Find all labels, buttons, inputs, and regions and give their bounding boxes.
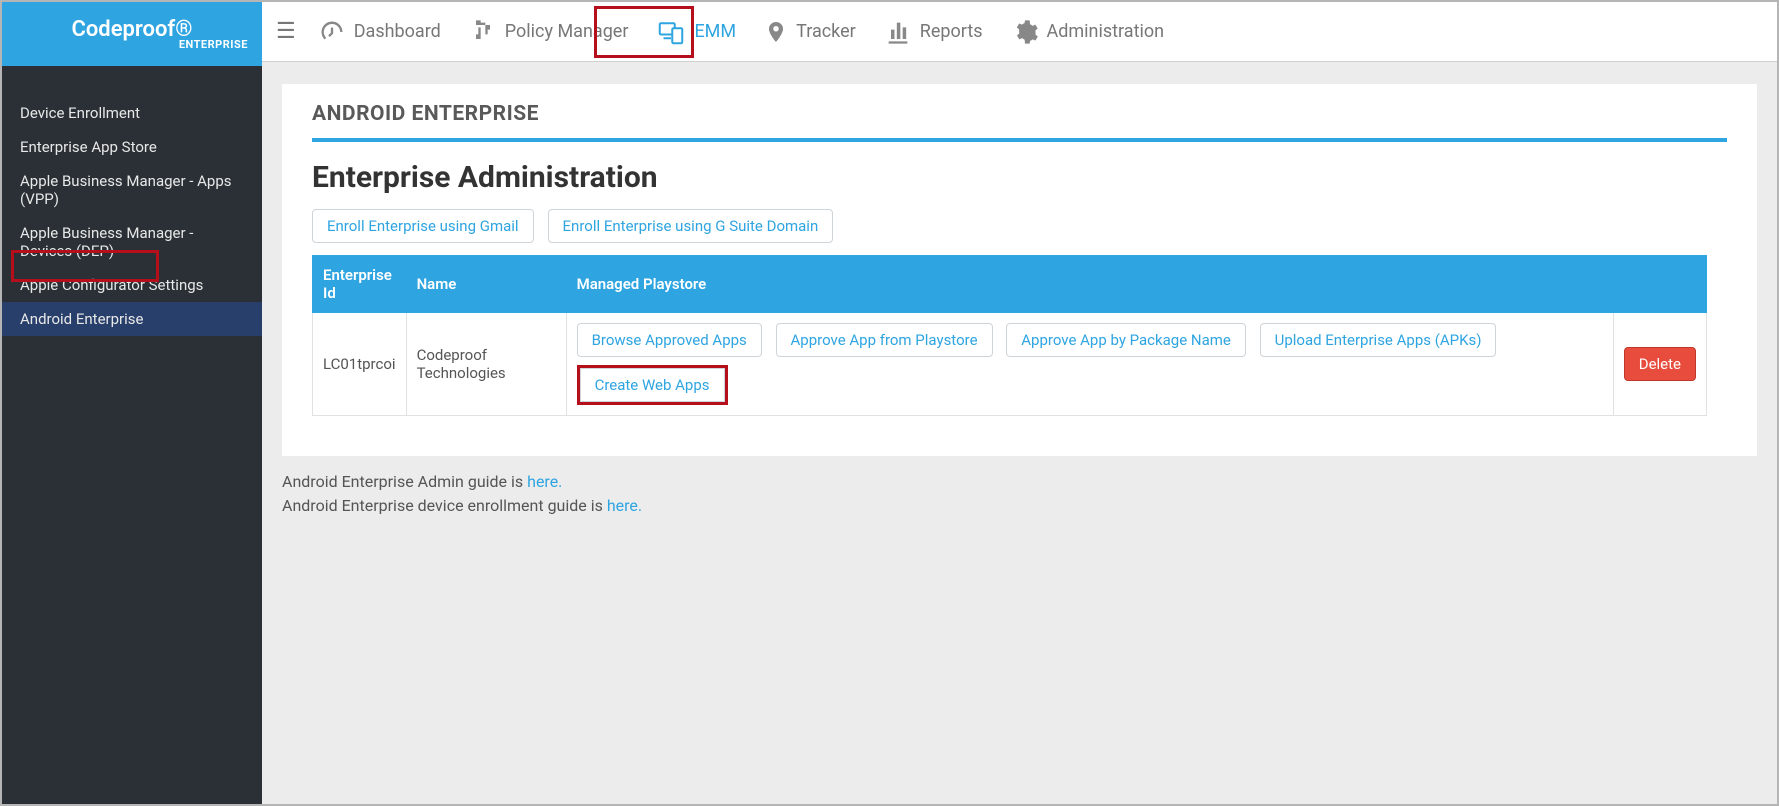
nav-label: EMM (694, 21, 736, 42)
nav-administration[interactable]: Administration (997, 9, 1179, 55)
approve-by-package-button[interactable]: Approve App by Package Name (1006, 323, 1246, 357)
nav-label: Reports (920, 21, 983, 42)
bar-chart-icon (884, 18, 912, 46)
main-area: ☰ Dashboard Policy Manager EMM Tracker R… (262, 2, 1777, 804)
sidebar-item-apple-configurator[interactable]: Apple Configurator Settings (2, 268, 262, 302)
footnote-text: Android Enterprise device enrollment gui… (282, 496, 607, 515)
top-navbar: ☰ Dashboard Policy Manager EMM Tracker R… (262, 2, 1777, 62)
nav-tracker[interactable]: Tracker (750, 9, 870, 55)
content-area: ANDROID ENTERPRISE Enterprise Administra… (262, 62, 1777, 804)
col-managed-playstore: Managed Playstore (566, 256, 1613, 313)
nav-emm[interactable]: EMM (642, 9, 750, 55)
sidebar-item-abm-devices-dep[interactable]: Apple Business Manager - Devices (DEP) (2, 216, 262, 268)
nav-label: Administration (1047, 21, 1165, 42)
panel-subtitle: Enterprise Administration (312, 160, 1727, 195)
sidebar-item-label: Enterprise App Store (20, 138, 157, 156)
nav-policy-manager[interactable]: Policy Manager (455, 9, 643, 55)
sidebar-item-abm-apps-vpp[interactable]: Apple Business Manager - Apps (VPP) (2, 164, 262, 216)
nav-label: Policy Manager (505, 21, 629, 42)
sidebar-item-label: Apple Business Manager - Devices (DEP) (20, 224, 193, 260)
sidebar-item-label: Android Enterprise (20, 310, 143, 328)
cell-playstore-actions: Browse Approved Apps Approve App from Pl… (566, 313, 1613, 416)
panel-title: ANDROID ENTERPRISE (312, 102, 1727, 142)
sidebar-nav: Device Enrollment Enterprise App Store A… (2, 66, 262, 336)
panel-android-enterprise: ANDROID ENTERPRISE Enterprise Administra… (282, 84, 1757, 456)
sidebar-item-device-enrollment[interactable]: Device Enrollment (2, 96, 262, 130)
col-actions (1613, 256, 1706, 313)
sidebar-item-label: Apple Configurator Settings (20, 276, 203, 294)
sidebar-item-enterprise-app-store[interactable]: Enterprise App Store (2, 130, 262, 164)
footnote-block: Android Enterprise Admin guide is here. … (282, 470, 1757, 518)
col-enterprise-id: Enterprise Id (313, 256, 407, 313)
admin-guide-link[interactable]: here. (527, 472, 562, 491)
browse-approved-apps-button[interactable]: Browse Approved Apps (577, 323, 762, 357)
cell-name: Codeproof Technologies (406, 313, 566, 416)
brand-subtitle: ENTERPRISE (179, 38, 248, 51)
delete-button[interactable]: Delete (1624, 347, 1696, 381)
enroll-button-row: Enroll Enterprise using Gmail Enroll Ent… (312, 209, 1727, 251)
nav-dashboard[interactable]: Dashboard (304, 9, 455, 55)
upload-apks-button[interactable]: Upload Enterprise Apps (APKs) (1260, 323, 1497, 357)
create-web-apps-button[interactable]: Create Web Apps (580, 368, 725, 402)
enrollment-guide-link[interactable]: here. (607, 496, 642, 515)
menu-toggle-icon[interactable]: ☰ (276, 21, 296, 43)
nav-reports[interactable]: Reports (870, 9, 997, 55)
table-row: LC01tprcoi Codeproof Technologies Browse… (313, 313, 1707, 416)
enroll-gsuite-button[interactable]: Enroll Enterprise using G Suite Domain (548, 209, 834, 243)
brand-title: Codeproof® (71, 17, 192, 42)
approve-from-playstore-button[interactable]: Approve App from Playstore (776, 323, 993, 357)
brand-header: Codeproof® ENTERPRISE (2, 2, 262, 66)
col-name: Name (406, 256, 566, 313)
footnote-text: Android Enterprise Admin guide is (282, 472, 527, 491)
table-header-row: Enterprise Id Name Managed Playstore (313, 256, 1707, 313)
sidebar: Codeproof® ENTERPRISE Device Enrollment … (2, 2, 262, 804)
enterprise-table: Enterprise Id Name Managed Playstore LC0… (312, 255, 1707, 416)
sidebar-item-label: Apple Business Manager - Apps (VPP) (20, 172, 232, 208)
dashboard-icon (318, 18, 346, 46)
footnote-line-1: Android Enterprise Admin guide is here. (282, 470, 1757, 494)
policy-icon (469, 18, 497, 46)
enroll-gmail-button[interactable]: Enroll Enterprise using Gmail (312, 209, 534, 243)
cell-enterprise-id: LC01tprcoi (313, 313, 407, 416)
nav-label: Dashboard (354, 21, 441, 42)
devices-icon (656, 17, 686, 47)
nav-label: Tracker (796, 21, 856, 42)
sidebar-item-label: Device Enrollment (20, 104, 140, 122)
cell-row-actions: Delete (1613, 313, 1706, 416)
sidebar-item-android-enterprise[interactable]: Android Enterprise (2, 302, 262, 336)
gear-icon (1011, 18, 1039, 46)
location-pin-icon (764, 18, 788, 46)
footnote-line-2: Android Enterprise device enrollment gui… (282, 494, 1757, 518)
highlight-create-web-apps: Create Web Apps (577, 365, 728, 405)
